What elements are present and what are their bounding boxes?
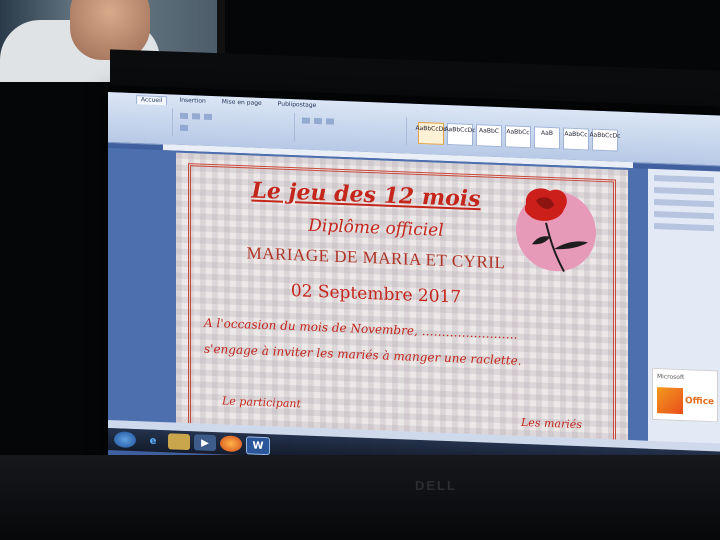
office-logo-icon bbox=[657, 387, 683, 415]
document-area: Le jeu des 12 mois Diplôme officiel MARI… bbox=[108, 148, 720, 470]
promo-label: Microsoft bbox=[657, 373, 685, 382]
side-panel-row[interactable] bbox=[654, 222, 714, 232]
media-icon[interactable]: ▶ bbox=[194, 434, 216, 452]
tab-home[interactable]: Accueil bbox=[136, 95, 168, 106]
bullets-icon[interactable] bbox=[326, 118, 334, 125]
tab-mailings[interactable]: Publipostage bbox=[274, 100, 321, 111]
laptop-brand: DELL bbox=[415, 478, 457, 493]
align-left-icon[interactable] bbox=[302, 117, 310, 124]
underline-icon[interactable] bbox=[204, 113, 212, 120]
rose-icon bbox=[516, 188, 596, 272]
laptop-screen: Accueil Insertion Mise en page Publipost… bbox=[108, 92, 720, 481]
side-panel-row[interactable] bbox=[654, 174, 714, 184]
style-title[interactable]: AaB bbox=[534, 126, 560, 150]
font-group bbox=[174, 108, 295, 142]
folder-icon[interactable] bbox=[168, 433, 190, 451]
laptop-bezel-bottom bbox=[0, 455, 720, 540]
font-color-icon[interactable] bbox=[180, 124, 188, 132]
italic-icon[interactable] bbox=[192, 113, 200, 120]
align-center-icon[interactable] bbox=[314, 117, 322, 125]
word-icon[interactable]: W bbox=[246, 436, 270, 456]
side-panel-row[interactable] bbox=[654, 186, 714, 196]
style-emphasis[interactable]: AaBbCcDc bbox=[589, 128, 621, 152]
side-panel-row[interactable] bbox=[654, 210, 714, 220]
office-promo[interactable]: Microsoft Office bbox=[652, 367, 718, 423]
signature-married: Les mariés bbox=[521, 415, 582, 432]
style-no-spacing[interactable]: AaBbCcDc bbox=[444, 123, 476, 147]
photo-scene: Accueil Insertion Mise en page Publipost… bbox=[0, 0, 720, 540]
styles-gallery: AaBbCcDc AaBbCcDc AaBbC AaBbCc AaB AaBbC… bbox=[415, 121, 621, 152]
style-heading-2[interactable]: AaBbCc bbox=[505, 125, 531, 149]
clipboard-group bbox=[112, 106, 173, 137]
tab-page-layout[interactable]: Mise en page bbox=[218, 98, 266, 109]
promo-product: Office bbox=[685, 396, 715, 408]
side-panel-row[interactable] bbox=[654, 198, 714, 208]
firefox-icon[interactable] bbox=[220, 435, 242, 453]
style-normal[interactable]: AaBbCcDc bbox=[415, 121, 447, 145]
style-subtitle[interactable]: AaBbCc bbox=[563, 127, 589, 151]
tab-insert[interactable]: Insertion bbox=[175, 97, 209, 107]
windows-start-icon[interactable] bbox=[114, 431, 136, 449]
bold-icon[interactable] bbox=[180, 112, 188, 120]
paragraph-group bbox=[296, 113, 407, 146]
style-heading-1[interactable]: AaBbC bbox=[476, 124, 502, 148]
ie-icon[interactable]: e bbox=[142, 432, 164, 449]
diploma-page: Le jeu des 12 mois Diplôme officiel MARI… bbox=[176, 152, 628, 470]
